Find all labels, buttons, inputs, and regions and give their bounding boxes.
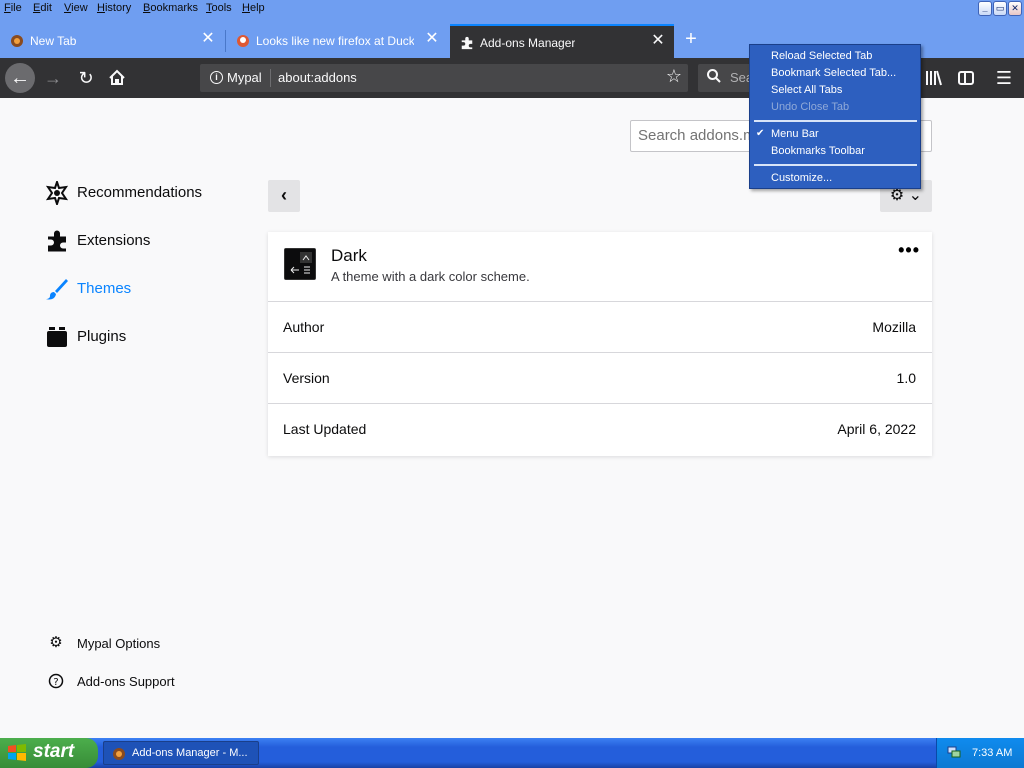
- toolbar-context-menu: Reload Selected Tab Bookmark Selected Ta…: [749, 44, 921, 189]
- menuitem-undo-close-tab: Undo Close Tab: [771, 101, 850, 113]
- go-back-button[interactable]: ‹: [268, 180, 300, 212]
- detail-label: Version: [283, 370, 330, 386]
- theme-preview-icon: [284, 248, 316, 280]
- menu-help[interactable]: Help: [242, 2, 265, 14]
- category-label: Recommendations: [77, 184, 203, 201]
- menuitem-menu-bar[interactable]: Menu Bar: [771, 128, 819, 140]
- home-button[interactable]: [103, 64, 131, 92]
- addons-page: Search addons.mo Recommendations Extensi…: [0, 98, 1024, 738]
- menu-bar: File Edit View History Bookmarks Tools H…: [0, 0, 1024, 18]
- category-label: Plugins: [77, 328, 127, 345]
- menu-view[interactable]: View: [64, 2, 88, 14]
- detail-label: Author: [283, 319, 325, 335]
- close-tab-icon[interactable]: ✕: [200, 31, 216, 47]
- menuitem-select-all-tabs[interactable]: Select All Tabs: [771, 84, 842, 96]
- tab-duckduckgo[interactable]: Looks like new firefox at DuckDuck ✕: [226, 24, 448, 58]
- tab-title: Add-ons Manager: [480, 36, 576, 50]
- taskbar-item-addons-manager[interactable]: Add-ons Manager - M...: [103, 741, 259, 765]
- detail-row-version: Version 1.0: [268, 352, 932, 403]
- footer-link-label: Add-ons Support: [77, 674, 175, 689]
- menuitem-bookmark-selected-tab[interactable]: Bookmark Selected Tab...: [771, 67, 896, 79]
- menu-separator: [754, 164, 917, 166]
- bookmark-star-icon[interactable]: ☆: [666, 66, 682, 87]
- detail-row-last-updated: Last Updated April 6, 2022: [268, 403, 932, 456]
- puzzle-icon: [48, 230, 66, 252]
- new-tab-button[interactable]: +: [680, 29, 702, 51]
- sidebar-button[interactable]: [952, 64, 980, 92]
- tab-addons-manager[interactable]: Add-ons Manager ✕: [450, 24, 674, 58]
- menu-separator: [754, 120, 917, 122]
- restore-button[interactable]: ▭: [993, 1, 1007, 16]
- plugin-icon: [47, 327, 67, 347]
- firefox-icon: [11, 35, 23, 47]
- addon-card: Dark A theme with a dark color scheme. •…: [268, 232, 932, 456]
- detail-row-author: Author Mozilla: [268, 301, 932, 352]
- dark-theme-icon: [285, 249, 315, 279]
- detail-value: April 6, 2022: [837, 421, 916, 437]
- checkmark-icon: ✔: [756, 128, 765, 139]
- clock: 7:33 AM: [972, 747, 1013, 759]
- close-tab-icon[interactable]: ✕: [424, 31, 440, 47]
- library-button[interactable]: [920, 64, 948, 92]
- menuitem-customize[interactable]: Customize...: [771, 172, 832, 184]
- category-label: Extensions: [77, 232, 151, 249]
- menu-edit[interactable]: Edit: [33, 2, 52, 14]
- search-icon: [707, 69, 721, 83]
- menu-history[interactable]: History: [97, 2, 131, 14]
- menuitem-reload-selected-tab[interactable]: Reload Selected Tab: [771, 50, 872, 62]
- duckduckgo-icon: [237, 35, 249, 47]
- help-icon: ?: [48, 673, 64, 689]
- library-icon: [926, 70, 942, 86]
- start-button[interactable]: start: [0, 738, 98, 768]
- close-window-button[interactable]: ✕: [1008, 1, 1022, 16]
- windows-logo-icon: [8, 744, 26, 761]
- url-divider: [270, 69, 271, 87]
- minimize-button[interactable]: _: [978, 1, 992, 16]
- puzzle-icon: [461, 36, 473, 50]
- back-button[interactable]: ←: [5, 63, 35, 93]
- url-text[interactable]: about:addons: [278, 70, 357, 85]
- addon-description: A theme with a dark color scheme.: [331, 269, 530, 284]
- menuitem-bookmarks-toolbar[interactable]: Bookmarks Toolbar: [771, 145, 865, 157]
- identity-label: Mypal: [227, 70, 262, 85]
- forward-button[interactable]: →: [39, 64, 67, 92]
- menu-file[interactable]: File: [4, 2, 22, 14]
- recommendations-icon: [45, 181, 69, 205]
- taskbar-item-label: Add-ons Manager - M...: [132, 747, 248, 759]
- system-tray: 7:33 AM: [936, 738, 1024, 768]
- footer-link-label: Mypal Options: [77, 636, 161, 651]
- sidebar-icon: [958, 71, 974, 85]
- tab-title: New Tab: [30, 34, 77, 48]
- reload-button[interactable]: ↻: [72, 64, 100, 92]
- detail-label: Last Updated: [283, 421, 367, 437]
- mypal-icon: [113, 748, 125, 760]
- tab-title: Looks like new firefox at DuckDuck: [256, 34, 414, 48]
- more-options-icon[interactable]: •••: [898, 240, 920, 261]
- hamburger-menu-button[interactable]: ☰: [990, 64, 1018, 92]
- close-tab-icon[interactable]: ✕: [650, 33, 666, 49]
- addon-name: Dark: [331, 246, 367, 265]
- info-icon[interactable]: i: [210, 71, 223, 84]
- paintbrush-icon: [46, 279, 68, 300]
- detail-value: 1.0: [896, 370, 916, 386]
- url-bar[interactable]: i Mypal about:addons ☆: [200, 64, 688, 92]
- home-icon: [109, 69, 125, 85]
- detail-value: Mozilla: [872, 319, 916, 335]
- menu-tools[interactable]: Tools: [206, 2, 232, 14]
- tab-new-tab[interactable]: New Tab ✕: [0, 24, 224, 58]
- svg-text:?: ?: [53, 677, 58, 688]
- menu-bookmarks[interactable]: Bookmarks: [143, 2, 198, 14]
- start-label: start: [33, 741, 75, 762]
- gear-icon: ⚙: [49, 634, 63, 651]
- category-label: Themes: [77, 280, 132, 297]
- network-icon[interactable]: [947, 745, 961, 759]
- window-controls: _ ▭ ✕: [978, 1, 1022, 16]
- taskbar: start Add-ons Manager - M... 7:33 AM: [0, 738, 1024, 768]
